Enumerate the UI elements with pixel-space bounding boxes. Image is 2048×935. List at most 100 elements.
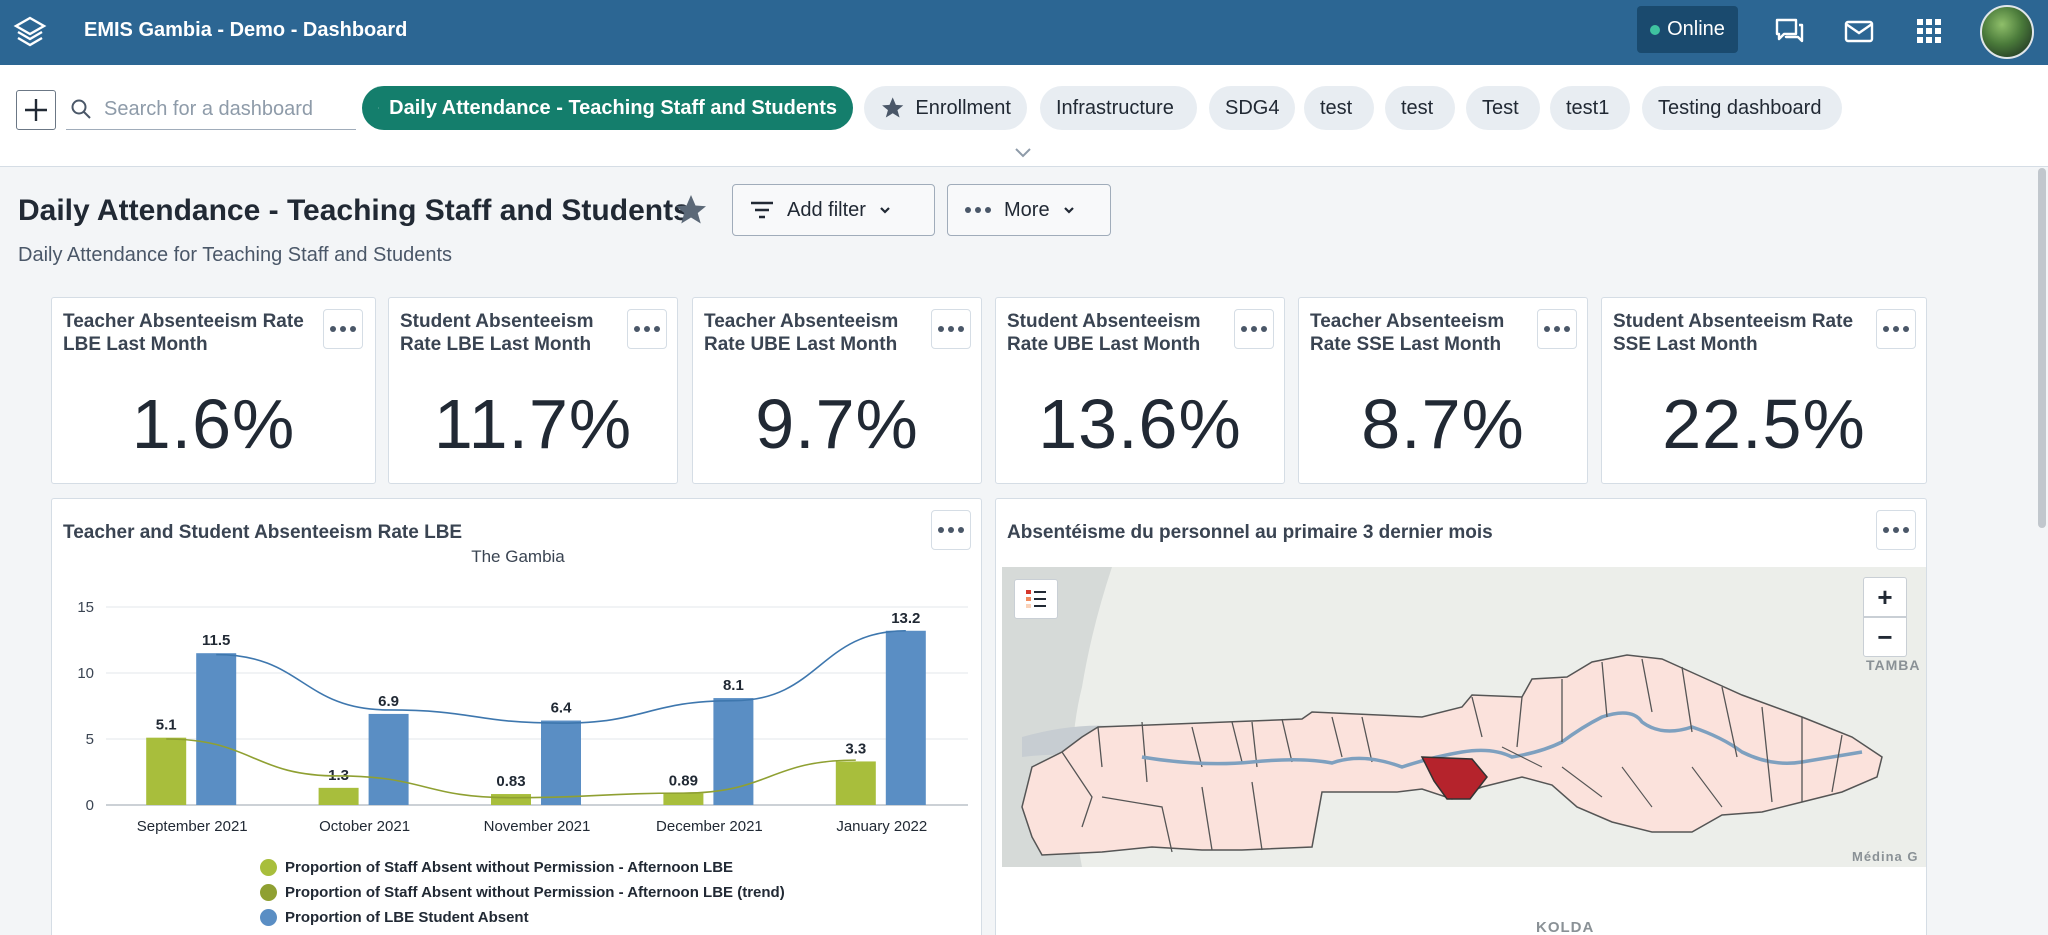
absenteeism-bar-chart: The Gambia 0 5 10 15 September 2021 October 2… bbox=[77, 547, 968, 835]
bar bbox=[196, 653, 237, 805]
online-label: Online bbox=[1667, 18, 1725, 40]
kpi-value: 9.7% bbox=[755, 385, 919, 463]
item-menu-button[interactable] bbox=[323, 309, 363, 349]
chevron-down-icon[interactable] bbox=[1013, 146, 1033, 160]
dashboard-chip-test[interactable]: test bbox=[1304, 86, 1374, 130]
chip-label: test bbox=[1401, 96, 1434, 119]
legend-swatch bbox=[260, 884, 277, 901]
chip-label: Testing dashboard bbox=[1658, 96, 1822, 119]
online-dot-icon bbox=[1650, 24, 1661, 35]
dashboard-search[interactable]: Search for a dashboard bbox=[66, 88, 356, 130]
dashboard-chip-enrollment[interactable]: Enrollment bbox=[864, 86, 1027, 130]
data-label: 8.1 bbox=[723, 677, 744, 694]
star-icon[interactable] bbox=[673, 192, 709, 228]
zoom-in-button[interactable]: + bbox=[1863, 577, 1907, 617]
kpi-title: Student Absenteeism Rate SSE Last Month bbox=[1613, 311, 1854, 355]
gambia-choropleth-map bbox=[1002, 567, 1926, 867]
map-view[interactable]: + − TAMBA Médina G bbox=[1002, 567, 1926, 867]
kpi-value: 22.5% bbox=[1662, 385, 1866, 463]
item-menu-button[interactable] bbox=[1876, 510, 1916, 550]
legend-list-icon bbox=[1026, 590, 1046, 608]
item-menu-button[interactable] bbox=[931, 309, 971, 349]
search-icon bbox=[71, 99, 91, 119]
kpi-card-student-lbe: Student Absenteeism Rate LBE Last Month … bbox=[388, 297, 678, 484]
chip-label: Daily Attendance - Teaching Staff and St… bbox=[389, 96, 837, 119]
legend-swatch bbox=[260, 909, 277, 926]
chip-label: test bbox=[1320, 96, 1353, 119]
y-tick-label: 10 bbox=[77, 665, 94, 682]
legend-item-student-absent[interactable]: Proportion of LBE Student Absent bbox=[260, 909, 529, 926]
chip-label: Enrollment bbox=[915, 96, 1011, 119]
more-dots-icon bbox=[965, 207, 991, 213]
apps-logo-icon[interactable] bbox=[10, 12, 50, 52]
dashboard-chip-daily-attendance[interactable]: Daily Attendance - Teaching Staff and St… bbox=[362, 86, 853, 130]
new-dashboard-button[interactable] bbox=[16, 90, 56, 130]
zoom-out-button[interactable]: − bbox=[1863, 617, 1907, 657]
map-card-staff-absenteeism: Absentéisme du personnel au primaire 3 d… bbox=[995, 498, 1927, 935]
data-label: 0.83 bbox=[496, 773, 525, 790]
legend-label: Proportion of Staff Absent without Permi… bbox=[285, 859, 734, 876]
chevron-down-icon bbox=[880, 207, 890, 214]
item-menu-button[interactable] bbox=[1537, 309, 1577, 349]
chip-label: test1 bbox=[1566, 96, 1610, 119]
more-button[interactable]: More bbox=[947, 184, 1111, 236]
kpi-card-student-sse: Student Absenteeism Rate SSE Last Month … bbox=[1601, 297, 1927, 484]
x-tick-label: September 2021 bbox=[137, 818, 248, 835]
dashboard-chip-test-3[interactable]: Test bbox=[1466, 86, 1540, 130]
messages-icon[interactable] bbox=[1842, 14, 1876, 48]
x-tick-label: November 2021 bbox=[484, 818, 591, 835]
map-place-label: TAMBA bbox=[1866, 657, 1921, 673]
kpi-title: Student Absenteeism Rate LBE Last Month bbox=[400, 311, 594, 355]
x-tick-label: October 2021 bbox=[319, 818, 410, 835]
item-menu-button[interactable] bbox=[627, 309, 667, 349]
y-tick-label: 0 bbox=[86, 797, 94, 814]
item-menu-button[interactable] bbox=[1234, 309, 1274, 349]
item-menu-button[interactable] bbox=[1876, 309, 1916, 349]
data-label: 6.9 bbox=[378, 693, 399, 710]
map-legend-button[interactable] bbox=[1014, 579, 1058, 619]
online-status-badge[interactable]: Online bbox=[1637, 6, 1738, 53]
dashboard-title: Daily Attendance - Teaching Staff and St… bbox=[18, 194, 690, 227]
kpi-value: 13.6% bbox=[1038, 385, 1242, 463]
legend-label: Proportion of Staff Absent without Permi… bbox=[285, 884, 785, 901]
dashboard-chip-test-2[interactable]: test bbox=[1385, 86, 1455, 130]
chip-label: SDG4 bbox=[1225, 96, 1280, 119]
bar bbox=[368, 713, 409, 805]
dashboard-chip-infrastructure[interactable]: Infrastructure bbox=[1040, 86, 1197, 130]
x-tick-label: December 2021 bbox=[656, 818, 763, 835]
filter-icon bbox=[751, 201, 773, 219]
app-title: EMIS Gambia - Demo - Dashboard bbox=[84, 19, 408, 41]
star-icon bbox=[882, 97, 904, 118]
data-label: 3.3 bbox=[845, 740, 866, 757]
x-tick-label: January 2022 bbox=[836, 818, 927, 835]
dashboard-chip-testing-dashboard[interactable]: Testing dashboard bbox=[1642, 86, 1842, 130]
kpi-card-teacher-lbe: Teacher Absenteeism Rate LBE Last Month … bbox=[51, 297, 376, 484]
add-filter-label: Add filter bbox=[787, 198, 866, 221]
data-label: 6.4 bbox=[551, 700, 573, 717]
kpi-title: Student Absenteeism Rate UBE Last Month bbox=[1007, 311, 1201, 355]
data-label: 11.5 bbox=[202, 632, 230, 649]
add-filter-button[interactable]: Add filter bbox=[732, 184, 935, 236]
map-place-label: KOLDA bbox=[1536, 919, 1595, 935]
dashboard-chip-test1[interactable]: test1 bbox=[1550, 86, 1630, 130]
bar bbox=[318, 787, 359, 805]
bar bbox=[885, 630, 926, 805]
apps-grid-icon[interactable] bbox=[1912, 14, 1946, 48]
interpretations-icon[interactable] bbox=[1772, 14, 1806, 48]
search-input[interactable]: Search for a dashboard bbox=[104, 98, 313, 121]
legend-item-staff-absent[interactable]: Proportion of Staff Absent without Permi… bbox=[260, 859, 733, 876]
star-icon bbox=[378, 107, 380, 109]
kpi-value: 1.6% bbox=[131, 385, 296, 463]
chip-label: Infrastructure bbox=[1056, 96, 1174, 119]
profile-avatar[interactable] bbox=[1980, 5, 2034, 59]
chip-label: Test bbox=[1482, 96, 1519, 119]
bar bbox=[541, 720, 581, 805]
dashboard-chip-sdg4[interactable]: SDG4 bbox=[1209, 86, 1295, 130]
map-place-label: Médina G bbox=[1852, 849, 1919, 864]
kpi-value: 8.7% bbox=[1361, 385, 1525, 463]
legend-item-staff-absent-trend[interactable]: Proportion of Staff Absent without Permi… bbox=[260, 884, 785, 901]
kpi-title: Teacher Absenteeism Rate SSE Last Month bbox=[1310, 311, 1505, 355]
page-scrollbar[interactable] bbox=[2038, 168, 2046, 528]
bar bbox=[835, 761, 876, 805]
chevron-down-icon bbox=[1063, 207, 1074, 214]
